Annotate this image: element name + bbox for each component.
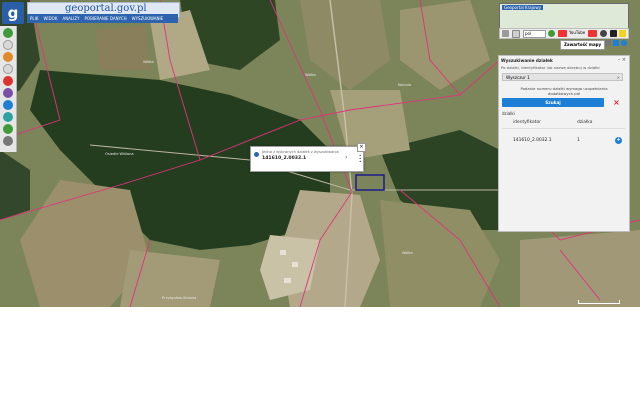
info-icon: [254, 152, 259, 157]
layers-panel-icon[interactable]: [613, 40, 619, 46]
left-toolbar: [0, 26, 17, 152]
youtube-icon[interactable]: [588, 30, 597, 37]
brand-title: geoportal.gov.pl: [65, 3, 147, 14]
youtube-icon[interactable]: [558, 30, 567, 37]
map-label: Wólka: [402, 251, 413, 255]
search-button[interactable]: Szukaj: [502, 98, 604, 107]
window-icon[interactable]: [512, 30, 520, 38]
column-header-parcel: działka: [576, 116, 614, 129]
panel-hint: Po działki, identyfikator lub nazwę obrę…: [501, 65, 600, 70]
map-label: Kolonia: [398, 83, 412, 87]
menu-item-search[interactable]: WYSZUKIWANIE: [129, 14, 166, 23]
scale-bar: [578, 300, 620, 304]
content-icons: [603, 39, 627, 48]
settings-icon[interactable]: [621, 40, 627, 46]
panel-note: Podanie numeru działki wymaga uzupełnien…: [520, 86, 608, 96]
menu-item-download[interactable]: POBIERANIE DANYCH: [82, 14, 129, 23]
results-table: identyfikator działka 141610_2.0032.1 1 …: [502, 116, 625, 151]
eye-icon[interactable]: [619, 30, 626, 37]
measure-icon[interactable]: [3, 76, 13, 86]
parcel-popup: Jedna z wybranych działek z wyszukiwania…: [250, 143, 366, 172]
chevron-right-icon[interactable]: ›: [345, 154, 347, 161]
zoom-out-icon[interactable]: [3, 52, 13, 62]
overview-title: Geoportal Krajowy: [502, 5, 543, 10]
zoom-in-icon[interactable]: [3, 40, 13, 50]
parcel-search-value: Wyszczur 1: [506, 75, 530, 80]
youtube-label[interactable]: YouTube: [569, 30, 585, 35]
popup-parcel-id: 141610_2.0032.1: [262, 156, 307, 161]
geoportal-logo[interactable]: g: [2, 2, 24, 24]
print-icon[interactable]: [3, 136, 13, 146]
clear-results-icon[interactable]: ×: [612, 98, 621, 107]
status-icon[interactable]: [548, 30, 555, 37]
clear-input-icon[interactable]: ×: [616, 74, 620, 82]
help-icon[interactable]: [600, 30, 607, 37]
popup-caption: Jedna z wybranych działek z wyszukiwania: [262, 150, 339, 154]
more-options-icon[interactable]: • • •: [359, 154, 361, 164]
map-content-button[interactable]: Zawartość mapy: [560, 40, 606, 50]
top-right-toolbar: pol YouTube: [499, 28, 629, 39]
panel-title: Wyszukiwanie działek: [501, 58, 553, 63]
list-icon[interactable]: [605, 40, 611, 46]
home-icon[interactable]: [3, 28, 13, 38]
accessibility-icon[interactable]: [610, 30, 617, 37]
draw-icon[interactable]: [3, 88, 13, 98]
parcel-search-input[interactable]: Wyszczur 1 ×: [502, 73, 623, 81]
menu-item-file[interactable]: PLIK: [27, 14, 40, 23]
result-identifier[interactable]: 141610_2.0032.1: [512, 129, 576, 152]
main-menu: PLIK WIDOK ANALIZY POBIERANIE DANYCH WYS…: [27, 14, 178, 23]
map-label: Przybysław-Kolonia: [162, 296, 197, 300]
overview-map[interactable]: Geoportal Krajowy: [499, 3, 629, 29]
pan-icon[interactable]: [3, 64, 13, 74]
layers-icon[interactable]: [3, 112, 13, 122]
panel-close-icon[interactable]: – ×: [618, 57, 626, 63]
popup-close-icon[interactable]: ×: [357, 143, 366, 152]
column-header-identifier: identyfikator: [512, 116, 576, 129]
globe-icon[interactable]: [3, 124, 13, 134]
table-row[interactable]: 141610_2.0032.1 1 +: [502, 129, 625, 152]
result-parcel-number: 1: [577, 137, 580, 143]
parcel-search-panel: Wyszukiwanie działek – × Po działki, ide…: [498, 55, 630, 232]
map-label: Wólka: [143, 60, 154, 64]
geoportal-app: Wólka Wólka Kolonia Osiedle Wiślana Wólk…: [0, 0, 640, 307]
menu-icon[interactable]: [502, 30, 509, 37]
language-select[interactable]: pol: [523, 30, 546, 38]
map-label: Osiedle Wiślana: [105, 152, 134, 156]
info-icon[interactable]: [3, 100, 13, 110]
map-label: Wólka: [305, 73, 316, 77]
menu-item-view[interactable]: WIDOK: [40, 14, 59, 23]
zoom-to-parcel-icon[interactable]: +: [615, 136, 622, 144]
menu-item-analysis[interactable]: ANALIZY: [59, 14, 81, 23]
